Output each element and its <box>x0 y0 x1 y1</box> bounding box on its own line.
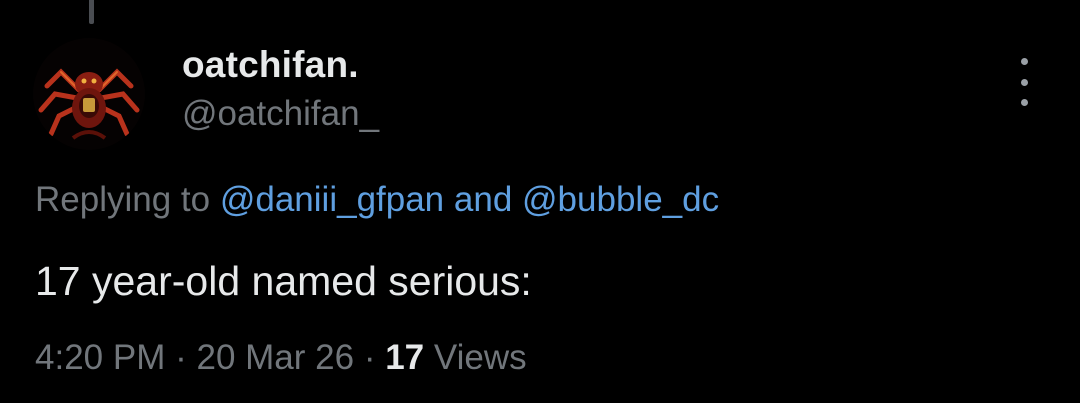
more-vertical-icon <box>1020 58 1028 65</box>
tweet-date[interactable]: 20 Mar 26 <box>196 338 354 377</box>
more-options-button[interactable] <box>1006 58 1042 106</box>
replying-to-line: Replying to @daniii_gfpan and @bubble_dc <box>35 180 719 220</box>
tweet-text: 17 year-old named serious: <box>35 258 532 304</box>
avatar[interactable] <box>33 38 145 150</box>
display-name[interactable]: oatchifan. <box>182 44 359 86</box>
mention-link-1[interactable]: @daniii_gfpan <box>220 180 444 219</box>
thread-connector-line <box>89 0 94 24</box>
mention-conjunction: and <box>453 180 513 219</box>
user-handle[interactable]: @oatchifan_ <box>182 94 379 134</box>
tweet-meta: 4:20 PM · 20 Mar 26 · 17 Views <box>35 338 527 378</box>
meta-separator: · <box>363 338 376 377</box>
meta-separator: · <box>175 338 187 377</box>
replying-to-label: Replying to <box>35 180 211 219</box>
spider-avatar-image <box>33 38 145 150</box>
tweet-time[interactable]: 4:20 PM <box>35 338 165 377</box>
views-count: 17 <box>385 338 425 377</box>
mention-link-2[interactable]: @bubble_dc <box>522 180 719 219</box>
views-label: Views <box>433 338 527 377</box>
